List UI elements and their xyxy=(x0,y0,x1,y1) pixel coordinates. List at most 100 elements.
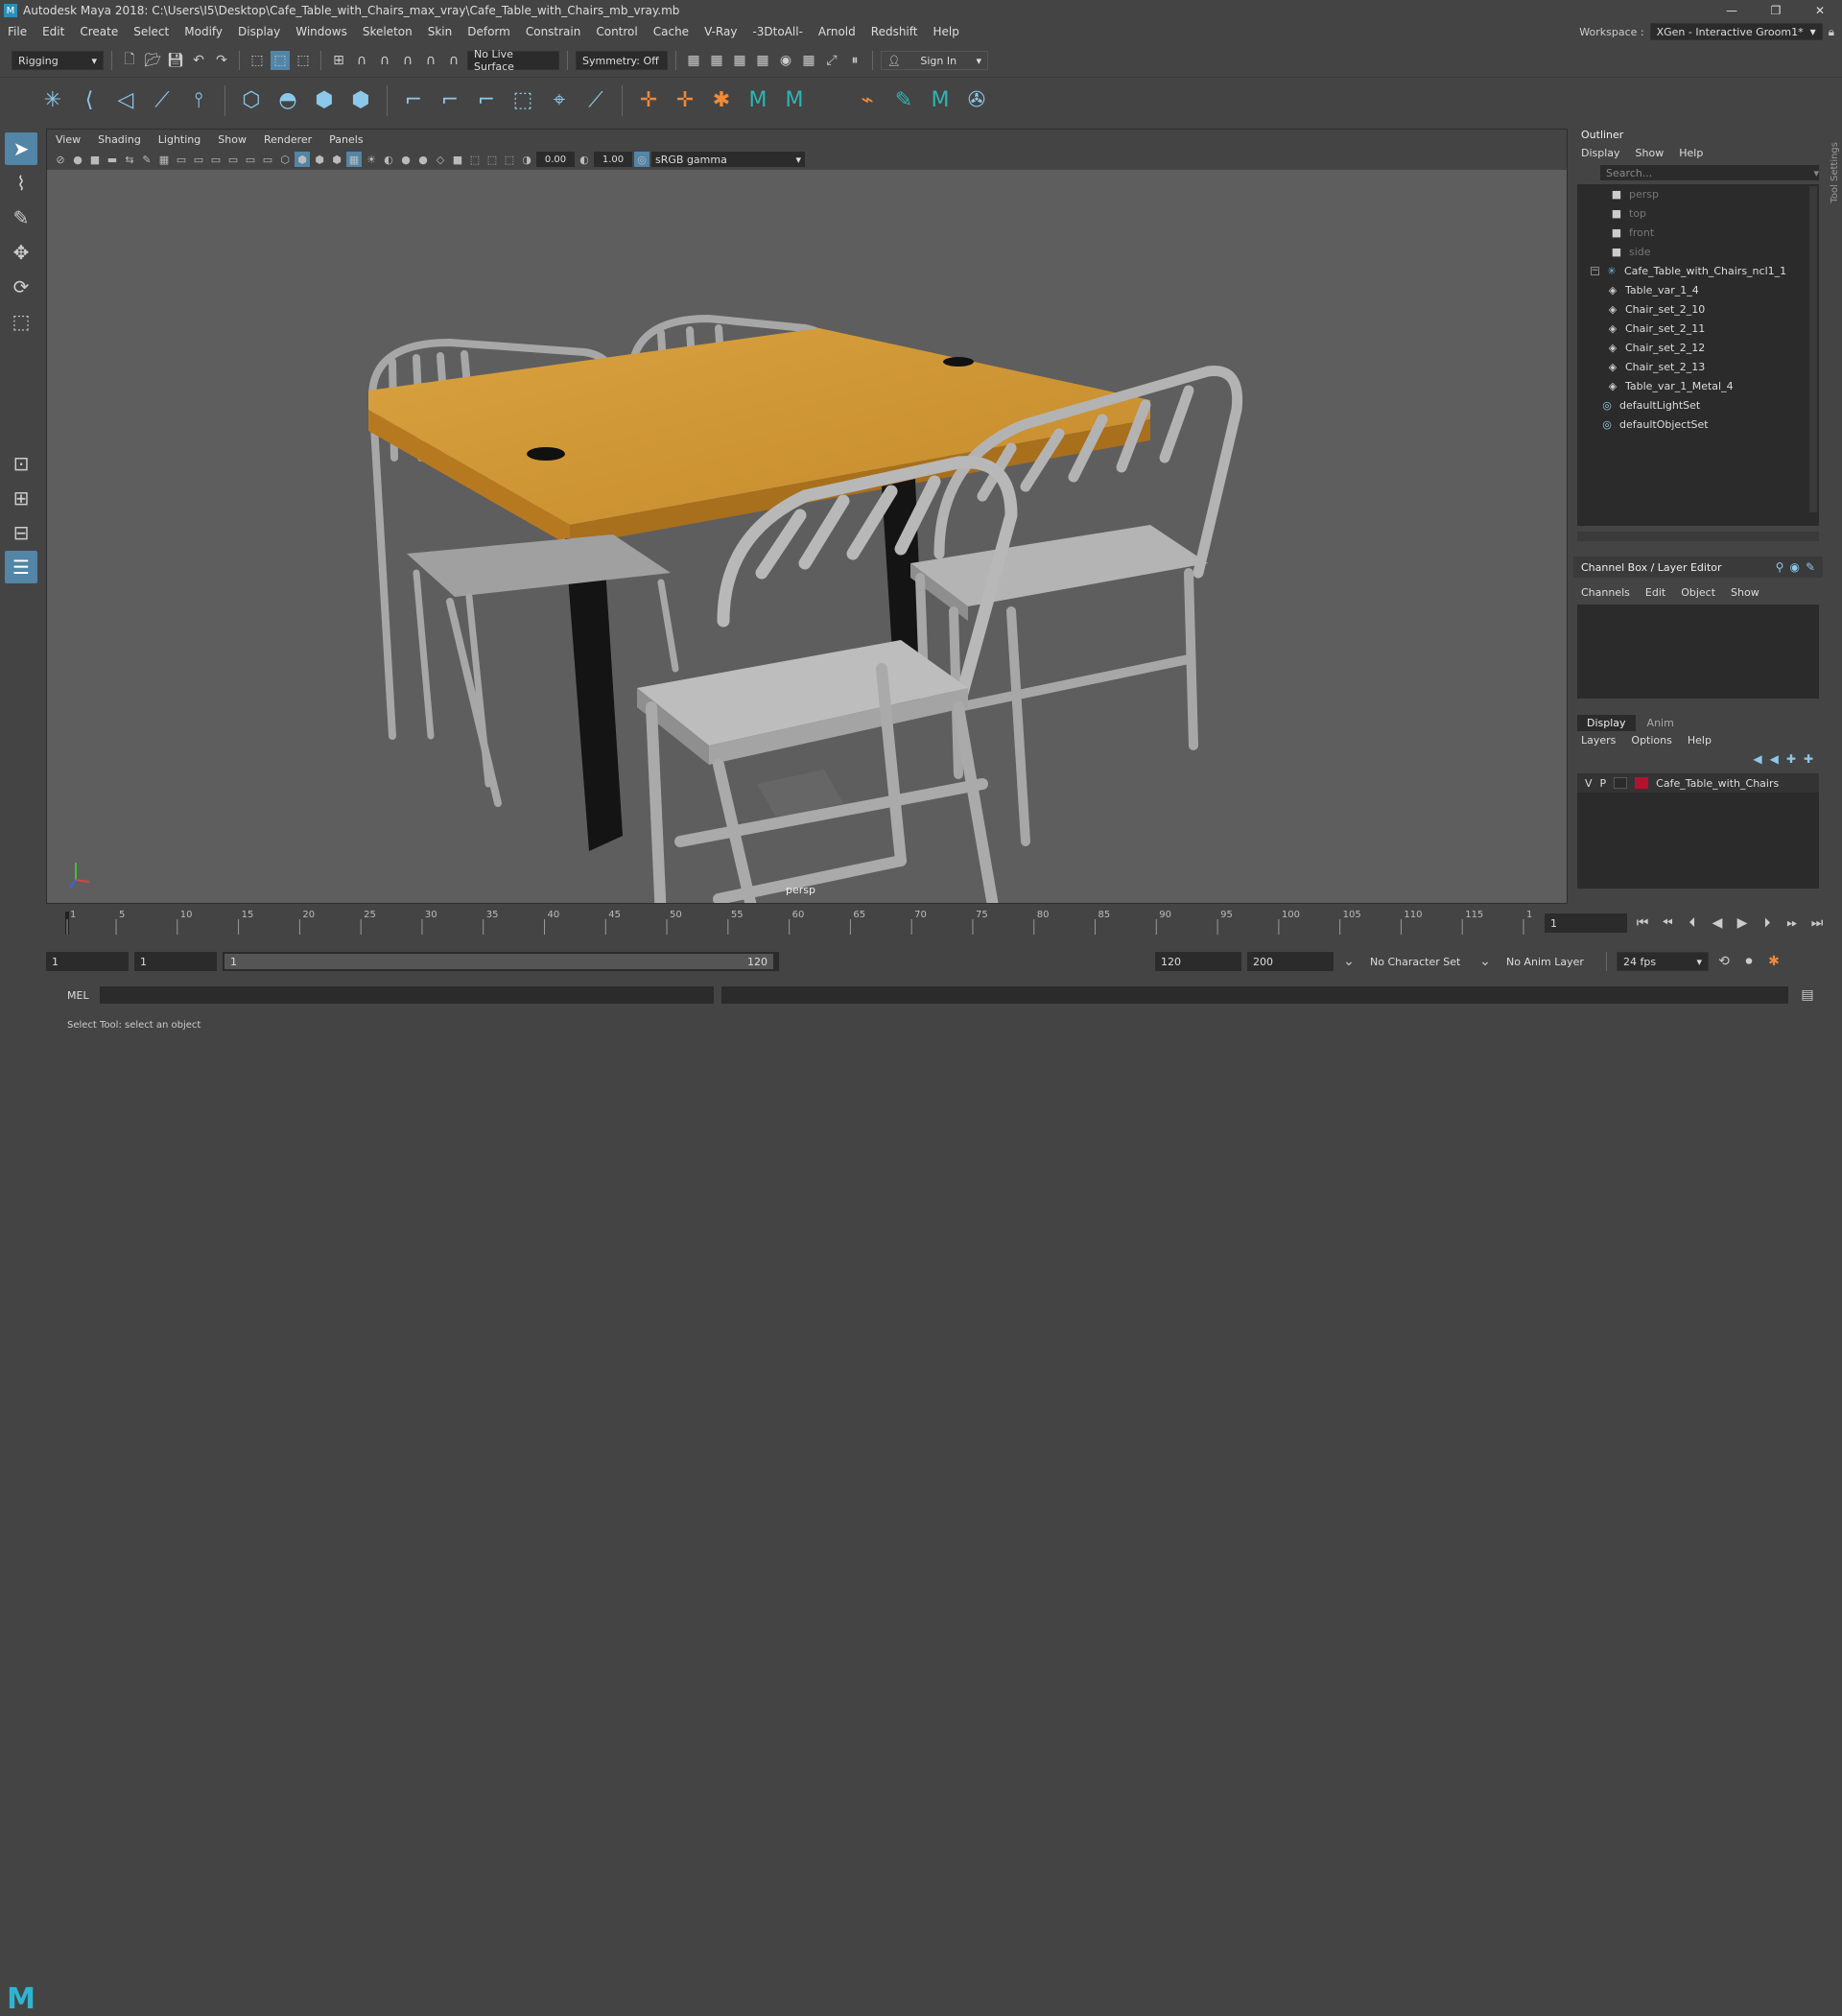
new-layer-selected-icon[interactable]: ✚ xyxy=(1804,752,1813,766)
start-time-field[interactable]: 1 xyxy=(46,952,129,971)
viewport-menu-renderer[interactable]: Renderer xyxy=(255,133,320,146)
menu-3dtoall[interactable]: -3DtoAll- xyxy=(744,25,810,38)
character-set-icon[interactable]: ⌄ xyxy=(1339,952,1358,971)
select-component-icon[interactable]: ⬚ xyxy=(294,51,313,70)
time-slider[interactable]: 1 5 10 15 20 25 30 35 40 45 50 55 60 65 70 75 80 85 90 95 10… xyxy=(46,906,1545,938)
use-lights-icon[interactable]: ☀ xyxy=(364,152,379,167)
range-track[interactable]: 1 120 xyxy=(223,952,779,971)
lock-icon[interactable]: 🔒︎ xyxy=(1829,25,1834,39)
go-to-end-icon[interactable]: ⏭︎ xyxy=(1807,913,1827,933)
viewport-menu-lighting[interactable]: Lighting xyxy=(150,133,209,146)
isolate-select-icon[interactable]: ⬚ xyxy=(467,152,483,167)
cmd-language-label[interactable]: MEL xyxy=(67,989,89,1002)
maximize-button[interactable]: ❐ xyxy=(1754,0,1798,21)
layer-menu-options[interactable]: Options xyxy=(1631,734,1671,747)
image-plane-icon[interactable]: ▬ xyxy=(105,152,120,167)
attribute-editor-icon[interactable]: ◉ xyxy=(1789,560,1799,574)
pin-icon[interactable]: ✇ xyxy=(962,86,991,115)
camera-select-icon[interactable]: ⊘ xyxy=(53,152,68,167)
outliner-menu-display[interactable]: Display xyxy=(1581,147,1620,159)
collapse-icon[interactable]: − xyxy=(1591,266,1599,275)
outliner-horizontal-scrollbar[interactable] xyxy=(1577,532,1819,541)
undo-icon[interactable]: ↶ xyxy=(189,51,208,70)
cluster-icon[interactable]: ⬢ xyxy=(346,86,375,115)
anim-prefs-icon[interactable]: ✱ xyxy=(1764,952,1783,971)
tool-settings-icon[interactable]: ✎ xyxy=(1806,560,1815,574)
minimize-button[interactable]: — xyxy=(1710,0,1754,21)
menu-modify[interactable]: Modify xyxy=(177,25,230,38)
outliner-item[interactable]: ◈ Chair_set_2_12 xyxy=(1577,338,1819,357)
workspace-dropdown[interactable]: XGen - Interactive Groom1* ▾ xyxy=(1649,23,1823,40)
outliner-scrollbar[interactable] xyxy=(1809,186,1817,512)
snap-point-icon[interactable]: ∩ xyxy=(375,51,394,70)
layer-tab-display[interactable]: Display xyxy=(1577,715,1636,731)
layer-tab-anim[interactable]: Anim xyxy=(1638,715,1684,731)
outliner-menu-help[interactable]: Help xyxy=(1679,147,1703,159)
outliner-item[interactable]: ■ side xyxy=(1577,242,1819,261)
textured-icon[interactable]: ▦ xyxy=(346,152,362,167)
film-gate-icon[interactable]: ▭ xyxy=(174,152,189,167)
smooth-shade-icon[interactable]: ⬢ xyxy=(295,152,310,167)
single-view-icon[interactable]: ⊡ xyxy=(5,447,37,480)
layer-row[interactable]: V P Cafe_Table_with_Chairs xyxy=(1577,773,1819,793)
tool-settings-tab[interactable]: Tool Settings xyxy=(1827,134,1842,211)
step-forward-key-icon[interactable]: ⏩︎ xyxy=(1783,913,1802,933)
menu-skeleton[interactable]: Skeleton xyxy=(355,25,420,38)
layer-display-type[interactable] xyxy=(1614,777,1628,789)
ipr-render-icon[interactable]: ▦ xyxy=(730,51,749,70)
layer-visibility-toggle[interactable]: V xyxy=(1585,777,1593,790)
vray-render-icon[interactable]: ▦ xyxy=(799,51,818,70)
xray-joints-icon[interactable]: ⬚ xyxy=(484,152,500,167)
vray-ipr-icon[interactable]: ⤢ xyxy=(822,51,841,70)
wire-deformer-icon[interactable]: ⌐ xyxy=(436,86,464,115)
wrap-deformer-icon[interactable]: ⟋ xyxy=(581,86,610,115)
select-hierarchy-icon[interactable]: ⬚ xyxy=(248,51,267,70)
twod-pan-icon[interactable]: ⇆ xyxy=(122,152,137,167)
render-view-icon[interactable]: ▦ xyxy=(753,51,772,70)
go-to-start-icon[interactable]: ⏮︎ xyxy=(1633,913,1652,933)
outliner-item[interactable]: ◎ defaultObjectSet xyxy=(1577,415,1819,434)
live-surface-dropdown[interactable]: No Live Surface xyxy=(467,48,559,73)
menu-set-dropdown[interactable]: Rigging ▾ xyxy=(12,51,104,70)
humanik-icon[interactable]: ✱ xyxy=(707,86,736,115)
paint-skin-icon[interactable]: ✎ xyxy=(889,86,918,115)
end-time-field[interactable]: 200 xyxy=(1247,952,1334,971)
outliner-item[interactable]: ◈ Table_var_1_4 xyxy=(1577,280,1819,299)
layer-color-swatch[interactable] xyxy=(1635,777,1649,789)
field-chart-icon[interactable]: ▭ xyxy=(225,152,241,167)
current-frame-field[interactable]: 1 xyxy=(1545,913,1627,933)
gamma-field[interactable]: 1.00 xyxy=(594,152,632,167)
motion-blur-icon[interactable]: ● xyxy=(415,152,431,167)
menu-cache[interactable]: Cache xyxy=(646,25,697,38)
channel-menu-object[interactable]: Object xyxy=(1681,586,1715,599)
pause-icon[interactable]: ⏸︎ xyxy=(845,51,864,70)
outliner-item[interactable]: ■ persp xyxy=(1577,184,1819,203)
insert-joint-icon[interactable]: ⟨ xyxy=(75,86,104,115)
muscle-icon[interactable]: M xyxy=(926,86,955,115)
snap-grid-icon[interactable]: ⊞ xyxy=(329,51,348,70)
grid-icon[interactable]: ▦ xyxy=(156,152,172,167)
safe-title-icon[interactable]: ▭ xyxy=(260,152,275,167)
snap-live-icon[interactable]: ∩ xyxy=(444,51,463,70)
exposure-field[interactable]: 0.00 xyxy=(536,152,575,167)
outliner-item[interactable]: − ✳ Cafe_Table_with_Chairs_ncl1_1 xyxy=(1577,261,1819,280)
menu-file[interactable]: File xyxy=(0,25,35,38)
menu-windows[interactable]: Windows xyxy=(288,25,355,38)
outliner-item[interactable]: ◈ Table_var_1_Metal_4 xyxy=(1577,376,1819,395)
outliner-search-input[interactable]: Search... ▾ xyxy=(1600,165,1819,180)
layer-menu-help[interactable]: Help xyxy=(1688,734,1712,747)
step-back-frame-icon[interactable]: ⏴︎ xyxy=(1683,913,1702,933)
outliner-item[interactable]: ◈ Chair_set_2_13 xyxy=(1577,357,1819,376)
bend-deformer-icon[interactable]: ⌐ xyxy=(472,86,501,115)
layer-menu-layers[interactable]: Layers xyxy=(1581,734,1616,747)
new-layer-icon[interactable]: ✚ xyxy=(1786,752,1796,766)
render-settings-icon[interactable]: ▦ xyxy=(684,51,703,70)
playback-end-field[interactable]: 120 xyxy=(1155,952,1241,971)
retarget-icon[interactable]: M xyxy=(780,86,809,115)
menu-create[interactable]: Create xyxy=(72,25,126,38)
mirror-joint-icon[interactable]: ◁ xyxy=(111,86,140,115)
menu-arnold[interactable]: Arnold xyxy=(811,25,863,38)
anim-layer-icon[interactable]: ⌄ xyxy=(1476,952,1495,971)
open-scene-icon[interactable]: 📂︎ xyxy=(143,51,162,70)
outliner-menu-show[interactable]: Show xyxy=(1636,147,1665,159)
